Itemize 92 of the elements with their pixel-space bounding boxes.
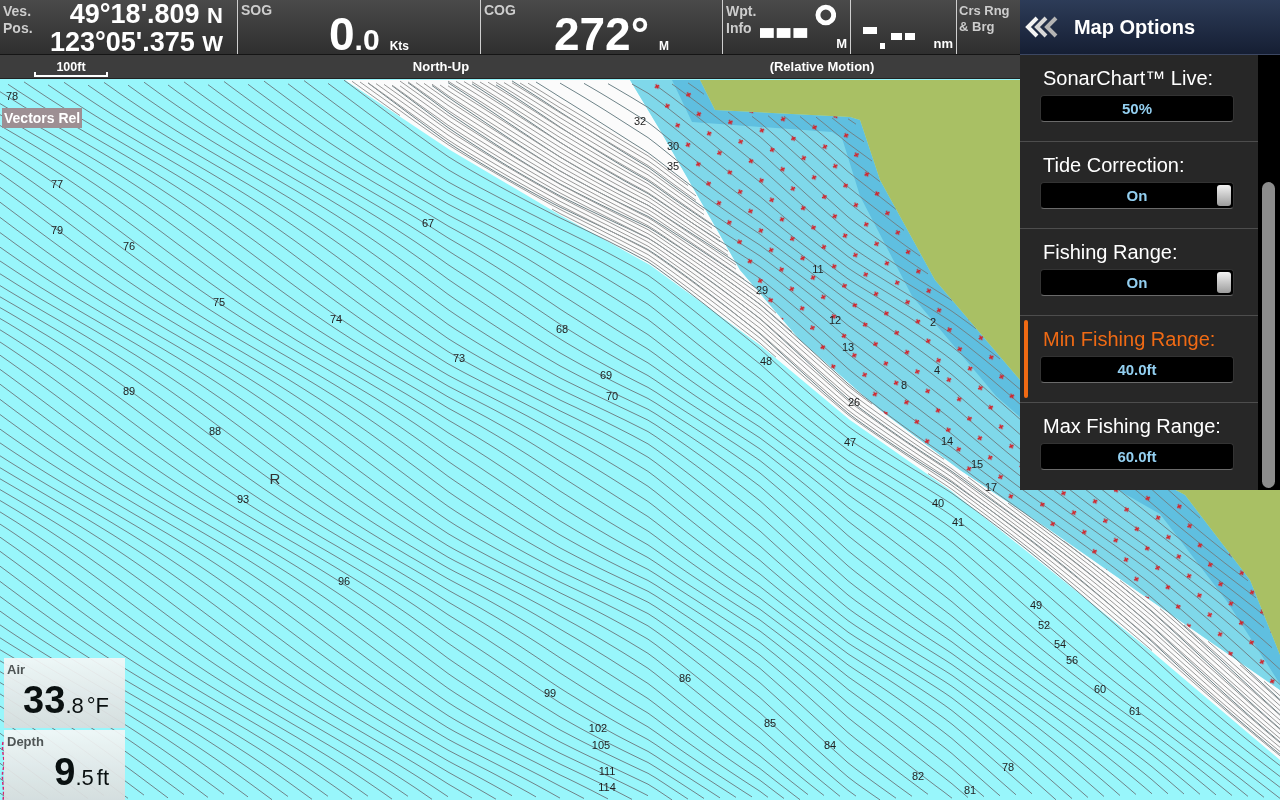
depth-sounding: 60 [1093, 683, 1107, 695]
depth-sounding: 35 [666, 160, 680, 172]
depth-sounding: 47 [843, 436, 857, 448]
depth-sounding: 76 [122, 240, 136, 252]
depth-sounding: 96 [337, 575, 351, 587]
instrument-label: Air [6, 661, 26, 678]
depth-sounding: 82 [911, 770, 925, 782]
depth-sounding: 8 [900, 379, 908, 391]
depth-sounding: 15 [970, 458, 984, 470]
orientation-label: North-Up [412, 59, 470, 74]
menu-title: Map Options [1072, 15, 1197, 40]
option-label: Max Fishing Range: [1043, 414, 1221, 438]
field-label: Wpt. Info [725, 2, 757, 38]
depth-sounding: 79 [50, 224, 64, 236]
seabed-type-label: R [269, 470, 281, 487]
depth-sounding: 40 [931, 497, 945, 509]
value-field[interactable]: 50% [1040, 95, 1234, 122]
option-label: SonarChart™ Live: [1043, 66, 1214, 90]
depth-sounding: 73 [452, 352, 466, 364]
depth-sounding: 54 [1053, 638, 1067, 650]
depth-sounding: 69 [599, 369, 613, 381]
instrument-label: Depth [6, 733, 44, 750]
reading-value: 272° [553, 15, 650, 54]
field-label: Crs Rng & Brg [958, 2, 1010, 36]
dotted-boundary-line [1, 741, 5, 800]
value-field[interactable]: 40.0ft [1040, 356, 1234, 383]
depth-sounding: 74 [329, 313, 343, 325]
depth-sounding: 85 [763, 717, 777, 729]
depth-sounding: 4 [933, 364, 941, 376]
value-field[interactable]: 60.0ft [1040, 443, 1234, 470]
depth-sounding: 75 [212, 296, 226, 308]
depth-sounding: 12 [828, 314, 842, 326]
depth-sounding: 17 [984, 481, 998, 493]
field-label: COG [483, 2, 516, 18]
depth-sounding: 81 [963, 784, 977, 796]
instrument-value: 9.5 [54, 752, 94, 795]
depth-sounding: 77 [50, 178, 64, 190]
depth-sounding: 84 [823, 739, 837, 751]
depth-sounding: 111 [598, 765, 616, 777]
depth-sounding: 89 [122, 385, 136, 397]
toggle-switch[interactable]: On [1040, 269, 1234, 296]
option-label: Min Fishing Range: [1043, 327, 1216, 351]
coordinate-value: 123°05'.375 W [48, 29, 223, 57]
field-label: Ves. Pos. [2, 2, 33, 38]
depth-sounding: 49 [1029, 599, 1043, 611]
depth-sounding: 41 [951, 516, 965, 528]
toggle-thumb[interactable] [1217, 185, 1231, 206]
depth-sounding: 93 [236, 493, 250, 505]
depth-sounding: 88 [208, 425, 222, 437]
unit-label: M [659, 39, 670, 53]
depth-sounding: 78 [1001, 761, 1015, 773]
empty-value-dashes-icon [760, 28, 808, 38]
depth-sounding: 68 [555, 323, 569, 335]
waypoint-ring-icon [814, 4, 837, 26]
option-label: Tide Correction: [1043, 153, 1185, 177]
unit-label: °F [86, 694, 109, 718]
unit-label: ft [96, 766, 109, 790]
empty-value-dashes-icon [863, 27, 915, 49]
depth-sounding: 32 [633, 115, 647, 127]
coordinate-value: 49°18'.809 N [68, 1, 223, 29]
depth-sounding: 13 [841, 341, 855, 353]
depth-sounding: 105 [591, 739, 611, 751]
depth-sounding: 67 [421, 217, 435, 229]
depth-sounding: 52 [1037, 619, 1051, 631]
instrument-value: 33.8 [23, 680, 84, 723]
reading-value: 0.0 [329, 15, 380, 59]
depth-sounding: 78 [5, 90, 19, 102]
depth-sounding: 30 [666, 140, 680, 152]
depth-sounding: 56 [1065, 654, 1079, 666]
field-label: SOG [240, 2, 273, 18]
scrollbar-thumb[interactable] [1262, 182, 1275, 488]
depth-sounding: 14 [940, 435, 954, 447]
depth-sounding: 86 [678, 672, 692, 684]
toggle-switch[interactable]: On [1040, 182, 1234, 209]
scale-bar: 100ft [34, 60, 108, 77]
option-label: Fishing Range: [1043, 240, 1178, 264]
overlay-label: Vectors Rel [2, 108, 83, 128]
depth-sounding: 26 [847, 396, 861, 408]
toggle-thumb[interactable] [1217, 272, 1231, 293]
depth-sounding: 2 [929, 316, 937, 328]
depth-sounding: 99 [543, 687, 557, 699]
depth-sounding: 48 [759, 355, 773, 367]
unit-label: nm [933, 36, 954, 53]
depth-sounding: 11 [812, 263, 824, 275]
depth-sounding: 29 [755, 284, 769, 296]
depth-sounding: 70 [605, 390, 619, 402]
depth-sounding: 114 [598, 781, 616, 793]
unit-label: Kts [389, 39, 409, 53]
depth-sounding: 102 [588, 722, 608, 734]
motion-mode-label: (Relative Motion) [769, 59, 875, 74]
unit-label: M [836, 36, 848, 53]
depth-sounding: 61 [1128, 705, 1142, 717]
